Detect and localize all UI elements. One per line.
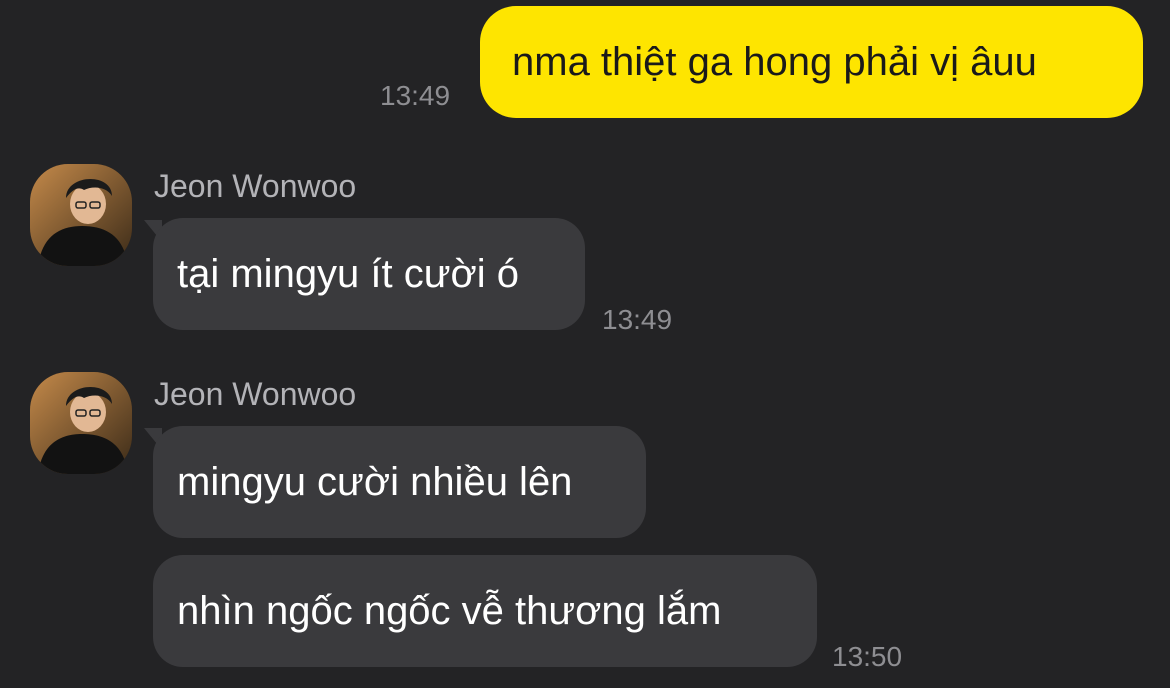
- message-time: 13:49: [602, 304, 673, 335]
- incoming-message-bubble[interactable]: tại mingyu ít cười ó: [153, 218, 585, 330]
- profile-photo-icon: [30, 164, 132, 266]
- profile-photo-icon: [30, 372, 132, 474]
- message-time: 13:49: [380, 80, 451, 111]
- message-text: nhìn ngốc ngốc vễ thương lắm: [177, 589, 722, 633]
- message-time: 13:50: [832, 641, 903, 672]
- message-text: nma thiệt ga hong phải vị âuu: [512, 40, 1037, 84]
- outgoing-message-bubble[interactable]: nma thiệt ga hong phải vị âuu: [480, 6, 1143, 118]
- sender-name: Jeon Wonwoo: [154, 376, 357, 412]
- message-text: mingyu cười nhiều lên: [177, 460, 573, 504]
- incoming-message-bubble[interactable]: nhìn ngốc ngốc vễ thương lắm: [153, 555, 817, 667]
- sender-name: Jeon Wonwoo: [154, 168, 357, 204]
- sender-avatar[interactable]: [30, 372, 132, 474]
- message-text: tại mingyu ít cười ó: [177, 252, 520, 296]
- chat-area[interactable]: 13:49 nma thiệt ga hong phải vị âuu Jeon…: [0, 0, 1170, 688]
- sender-avatar[interactable]: [30, 164, 132, 266]
- incoming-message-bubble[interactable]: mingyu cười nhiều lên: [153, 426, 646, 538]
